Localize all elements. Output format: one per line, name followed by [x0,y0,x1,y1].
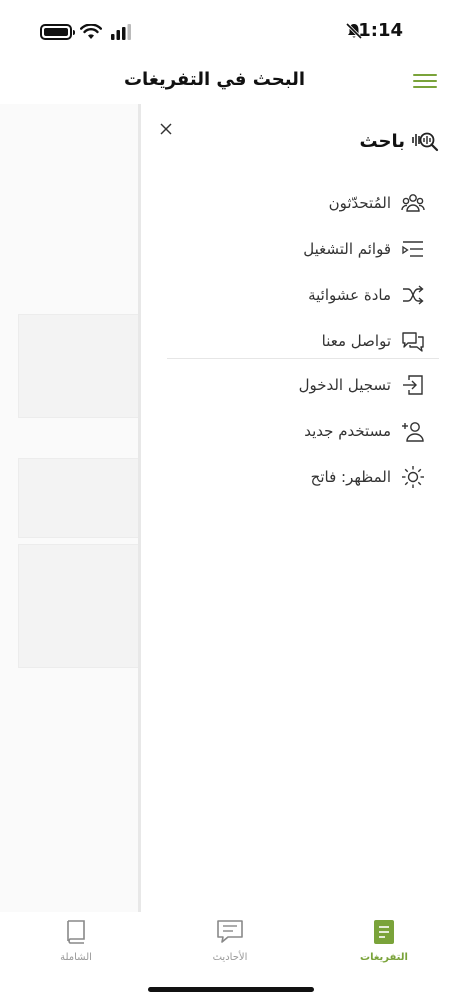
tab-label: الشاملة [60,952,92,963]
menu-item-label: مادة عشوائية [308,286,391,304]
status-bar: 1:14 [0,0,461,62]
brand-name: باحث [359,130,405,152]
status-icons [40,22,132,42]
add-user-icon [402,422,424,442]
signal-icon [111,24,131,40]
menu-item-random[interactable]: مادة عشوائية [165,272,425,318]
book-icon [67,920,85,944]
chat-bubble-icon [217,920,243,943]
side-drawer: باحث المُتحدّثون قوائم التشغيل مادة عشوا… [141,104,461,912]
background-card [18,544,140,668]
drawer-menu: المُتحدّثون قوائم التشغيل مادة عشوائية ت… [165,180,425,364]
menu-item-label: مستخدم جديد [304,422,391,440]
app-header: البحث في التفريغات [0,62,461,104]
people-icon [401,194,425,212]
shuffle-icon [403,285,424,305]
menu-item-label: تسجيل الدخول [298,376,391,394]
brand: باحث [359,130,439,152]
menu-item-playlists[interactable]: قوائم التشغيل [165,226,425,272]
menu-item-appearance[interactable]: المظهر: فاتح [165,454,425,500]
home-indicator [148,987,314,992]
close-icon[interactable] [159,122,173,136]
menu-item-label: المظهر: فاتح [310,468,391,486]
tab-comprehensive[interactable]: الشاملة [36,918,116,963]
drawer-divider [167,358,439,359]
bottom-tab-bar: الشاملة الأحاديث التفريغات [0,912,461,1000]
login-icon [403,375,423,395]
menu-item-label: المُتحدّثون [328,194,391,212]
menu-item-login[interactable]: تسجيل الدخول [165,362,425,408]
tab-hadith[interactable]: الأحاديث [190,918,270,963]
background-content [0,104,140,912]
wifi-icon [80,24,102,39]
hamburger-icon[interactable] [413,74,437,90]
tab-label: الأحاديث [212,952,248,963]
menu-item-new-user[interactable]: مستخدم جديد [165,408,425,454]
tab-label: التفريغات [360,952,408,963]
clock: 1:14 [358,20,403,41]
tab-transcripts[interactable]: التفريغات [344,918,424,963]
battery-icon [40,24,75,40]
page-title: البحث في التفريغات [123,69,305,90]
background-card [18,314,140,418]
chat-icon [402,332,424,352]
sun-icon [402,466,424,488]
sound-search-icon [412,132,439,152]
playlist-icon [402,241,423,257]
menu-item-speakers[interactable]: المُتحدّثون [165,180,425,226]
account-menu: تسجيل الدخول مستخدم جديد المظهر: فاتح [165,362,425,500]
transcripts-icon [374,920,394,944]
background-card [18,458,140,538]
menu-item-label: قوائم التشغيل [303,240,391,258]
menu-item-label: تواصل معنا [321,332,391,350]
